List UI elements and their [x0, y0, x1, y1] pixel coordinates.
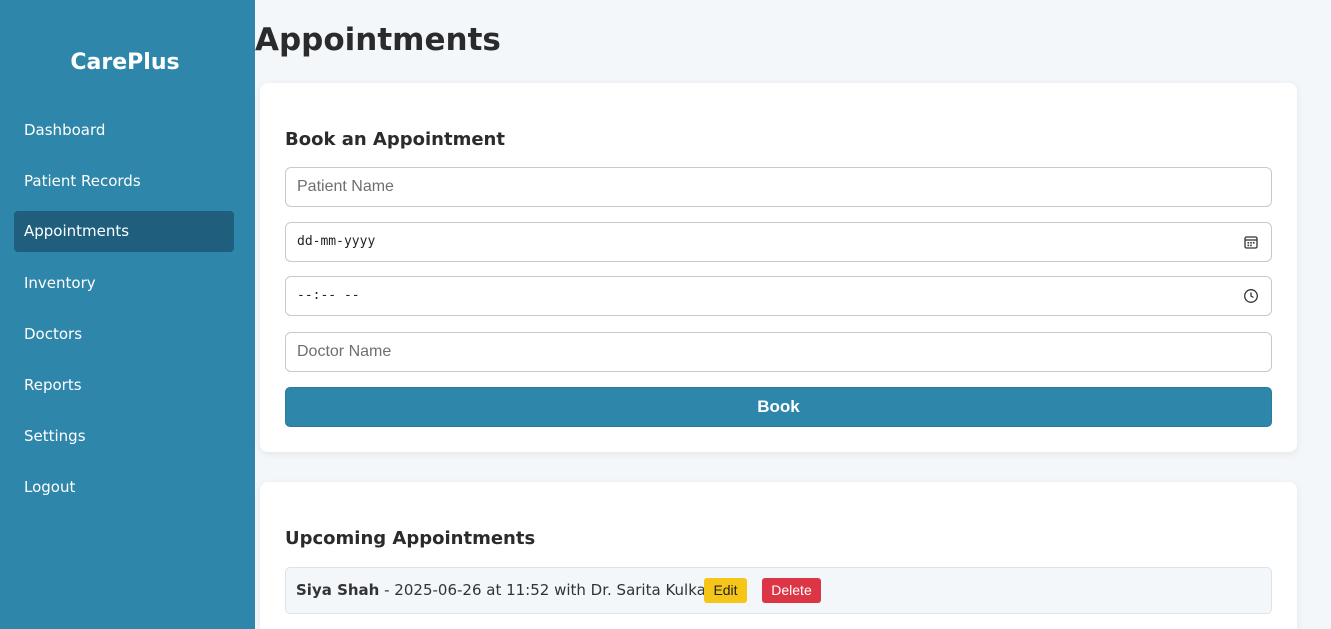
calendar-icon[interactable] — [1243, 234, 1259, 250]
sidebar-item-inventory[interactable]: Inventory — [14, 263, 234, 304]
sidebar-item-settings[interactable]: Settings — [14, 416, 234, 457]
doctor-name-input[interactable] — [286, 333, 1271, 371]
booking-heading: Book an Appointment — [285, 129, 505, 150]
appointment-summary: Siya Shah - 2025-06-26 at 11:52 with Dr.… — [296, 568, 725, 613]
sidebar-item-patient-records[interactable]: Patient Records — [14, 161, 234, 202]
appointment-details: - 2025-06-26 at 11:52 with Dr. Sarita Ku… — [379, 581, 726, 599]
edit-button[interactable]: Edit — [704, 578, 747, 603]
list-item: Siya Shah - 2025-06-26 at 11:52 with Dr.… — [285, 567, 1272, 614]
patient-name-field[interactable] — [285, 167, 1272, 207]
brand-logo: CarePlus — [70, 50, 180, 75]
upcoming-heading: Upcoming Appointments — [285, 528, 536, 549]
sidebar-item-doctors[interactable]: Doctors — [14, 314, 234, 355]
sidebar-item-appointments[interactable]: Appointments — [14, 211, 234, 252]
time-field[interactable]: --:-- -- — [285, 276, 1272, 316]
date-value: dd-mm-yyyy — [297, 234, 376, 249]
doctor-name-field[interactable] — [285, 332, 1272, 372]
book-button[interactable]: Book — [285, 387, 1272, 427]
upcoming-card: Upcoming Appointments Siya Shah - 2025-0… — [260, 482, 1297, 629]
sidebar-item-logout[interactable]: Logout — [14, 467, 234, 508]
delete-button[interactable]: Delete — [762, 578, 821, 603]
patient-name-input[interactable] — [286, 168, 1271, 206]
page-title: Appointments — [255, 22, 501, 58]
time-value: --:-- -- — [297, 288, 360, 303]
patient-name: Siya Shah — [296, 581, 380, 599]
sidebar: CarePlus Dashboard Patient Records Appoi… — [0, 0, 255, 629]
booking-card: Book an Appointment dd-mm-yyyy --:-- -- — [260, 83, 1297, 452]
sidebar-item-dashboard[interactable]: Dashboard — [14, 110, 234, 151]
sidebar-item-reports[interactable]: Reports — [14, 365, 234, 406]
date-field[interactable]: dd-mm-yyyy — [285, 222, 1272, 262]
clock-icon[interactable] — [1243, 288, 1259, 304]
